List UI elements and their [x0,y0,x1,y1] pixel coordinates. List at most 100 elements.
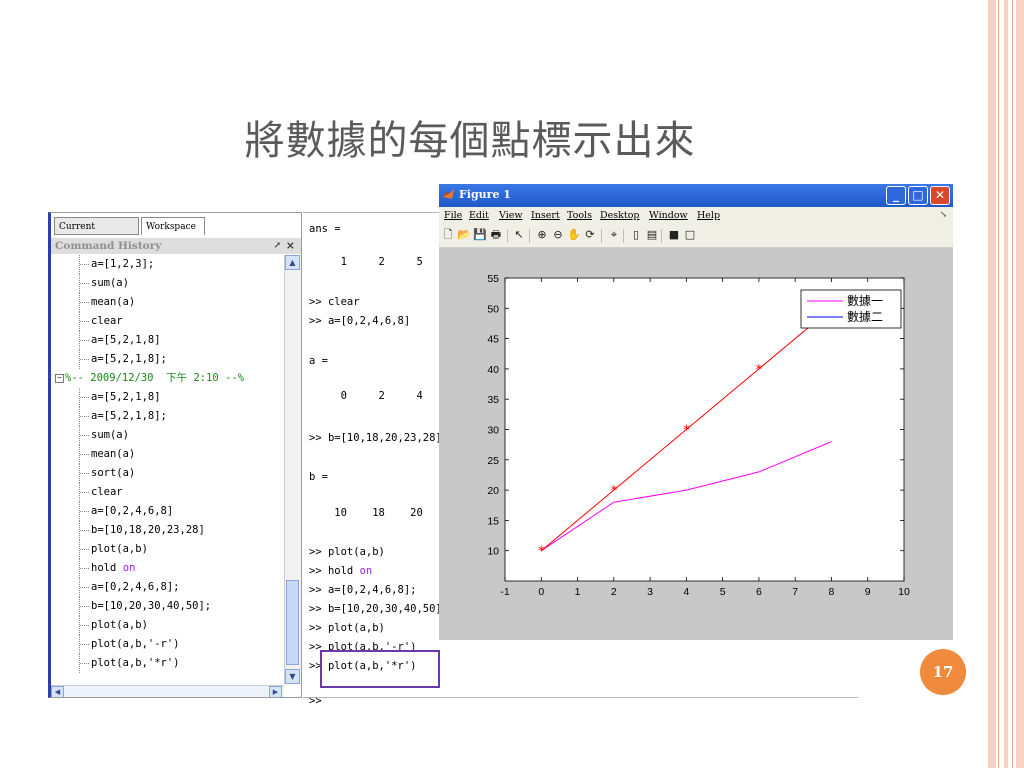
history-entry[interactable]: a=[5,2,1,8]; [51,407,283,426]
figure-title: Figure 1 [459,188,511,201]
collapse-icon[interactable]: − [55,374,64,383]
history-entry[interactable]: a=[5,2,1,8] [51,331,283,350]
command-line-text: 0 2 4 [309,390,423,402]
history-entry-text: a=[5,2,1,8] [91,334,161,346]
tree-connector [79,426,90,445]
pan-icon[interactable]: ✋ [567,228,581,242]
line-chart: -101234567891010152025303540455055*****數… [487,273,910,598]
history-vertical-scrollbar[interactable]: ▲ ▼ [284,255,301,684]
toolbar-separator [529,229,530,243]
history-entry[interactable]: sort(a) [51,464,283,483]
slide-edge-line [998,0,999,768]
history-entry[interactable]: hold on [51,559,283,578]
history-entry[interactable]: a=[0,2,4,6,8]; [51,578,283,597]
history-entry[interactable]: sum(a) [51,274,283,293]
tab-current-directory[interactable]: Current Directory [54,217,139,250]
menu-desktop[interactable]: Desktop [600,210,640,221]
history-entry-text: a=[0,2,4,6,8] [91,505,174,517]
menu-help[interactable]: Help [697,210,720,221]
slide-page-number: 17 [920,649,966,695]
scroll-thumb[interactable] [286,580,299,665]
history-entry[interactable]: mean(a) [51,445,283,464]
tree-connector [79,407,90,426]
print-icon[interactable]: 🖶 [489,228,503,242]
history-entry[interactable]: clear [51,312,283,331]
menu-insert[interactable]: Insert [531,210,560,221]
figure-title-bar[interactable]: Figure 1 _ □ ✕ [439,184,953,207]
y-tick-label: 40 [487,364,499,376]
command-line: 1 2 5 [309,256,423,268]
scroll-up-icon[interactable]: ▲ [285,255,300,270]
command-line-text: >> a=[0,2,4,6,8]; [309,584,417,596]
command-line: >> b=[10,18,20,23,28] [309,432,442,444]
close-panel-icon[interactable]: × [286,238,295,254]
command-line: ans = [309,223,341,235]
history-entry[interactable]: b=[10,18,20,23,28] [51,521,283,540]
tree-connector [79,559,90,578]
scroll-right-icon[interactable]: ▶ [269,686,282,697]
command-history-panel: Current Directory Workspace Command Hist… [48,212,302,698]
show-plot-tools-icon[interactable]: □ [683,228,697,242]
command-line-text: ans = [309,223,341,235]
legend-icon[interactable]: ▤ [645,228,659,242]
command-line: >> a=[0,2,4,6,8] [309,315,410,327]
matlab-logo-icon [443,189,454,199]
tree-connector [79,597,90,616]
y-tick-label: 15 [487,515,499,527]
history-session-header[interactable]: − %-- 2009/12/30 下午 2:10 --% [51,369,283,388]
edit-plot-icon[interactable]: ↖ [512,228,526,242]
menu-tools[interactable]: Tools [567,210,592,221]
history-entry[interactable]: a=[1,2,3]; [51,255,283,274]
command-line-text: 1 2 5 [309,256,423,268]
scroll-down-icon[interactable]: ▼ [285,669,300,684]
menu-edit[interactable]: Edit [469,210,489,221]
data-point-star: * [683,424,690,439]
history-entry[interactable]: plot(a,b) [51,616,283,635]
command-line-text: >> b=[10,20,30,40,50] [309,603,442,615]
colorbar-icon[interactable]: ▯ [629,228,643,242]
zoom-out-icon[interactable]: ⊖ [551,228,565,242]
history-horizontal-scrollbar[interactable]: ◀ ▶ [51,685,284,697]
menu-window[interactable]: Window [649,210,688,221]
history-entry[interactable]: mean(a) [51,293,283,312]
history-entry[interactable]: plot(a,b) [51,540,283,559]
zoom-in-icon[interactable]: ⊕ [535,228,549,242]
history-entry[interactable]: clear [51,483,283,502]
maximize-button[interactable]: □ [908,186,928,205]
command-line-text: >> a=[0,2,4,6,8] [309,315,411,327]
history-entry[interactable]: b=[10,20,30,40,50]; [51,597,283,616]
command-line: >> clear [309,296,360,308]
command-history-list: a=[1,2,3]; sum(a) mean(a) clear a=[5,2,1,8] a… [51,255,283,685]
y-tick-label: 45 [487,334,499,346]
history-entry-text: clear [91,315,123,327]
open-file-icon[interactable]: 📂 [457,228,471,242]
data-cursor-icon[interactable]: ⌖ [607,228,621,242]
menubar-dock-icon[interactable]: ↘ [939,210,947,220]
history-entry[interactable]: plot(a,b,'-r') [51,635,283,654]
menu-file[interactable]: File [444,210,462,221]
x-tick-label: 3 [647,586,653,598]
close-button[interactable]: ✕ [930,186,950,205]
legend-label: 數據二 [847,310,883,324]
history-entry[interactable]: plot(a,b,'*r') [51,654,283,673]
tree-connector [79,445,90,464]
history-entry[interactable]: a=[5,2,1,8]; [51,350,283,369]
toolbar-separator [623,229,624,243]
save-icon[interactable]: 💾 [473,228,487,242]
y-tick-label: 25 [487,455,499,467]
rotate-3d-icon[interactable]: ⟳ [583,228,597,242]
history-entry-text: plot(a,b,'-r') [91,638,180,650]
scroll-left-icon[interactable]: ◀ [51,686,64,697]
history-entry-text: sort(a) [91,467,136,479]
legend-label: 數據一 [847,294,883,308]
hide-plot-tools-icon[interactable]: ■ [667,228,681,242]
new-figure-icon[interactable]: 🗋 [441,228,455,242]
history-entry[interactable]: a=[0,2,4,6,8] [51,502,283,521]
history-entry[interactable]: a=[5,2,1,8] [51,388,283,407]
history-entry[interactable]: sum(a) [51,426,283,445]
tab-workspace[interactable]: Workspace [141,217,205,235]
minimize-button[interactable]: _ [886,186,906,205]
history-entry-text: a=[0,2,4,6,8]; [91,581,180,593]
undock-icon[interactable]: ↗ [273,238,281,254]
menu-view[interactable]: View [499,210,523,221]
